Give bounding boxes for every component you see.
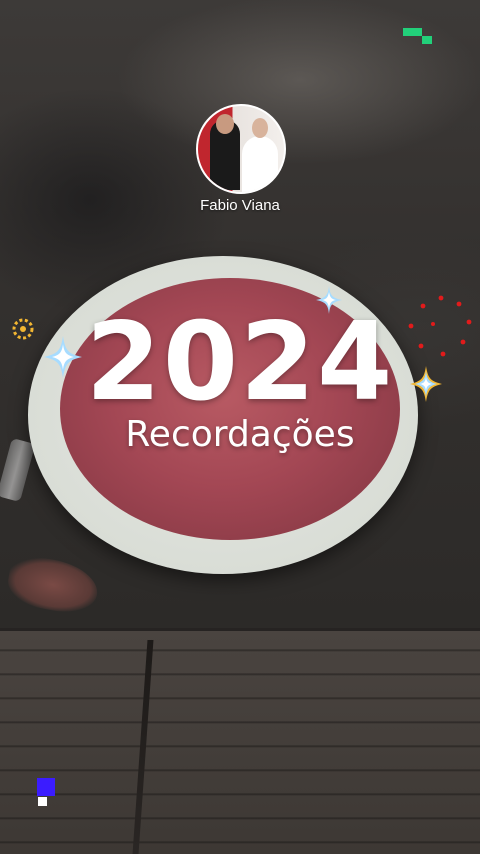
subtitle: Recordações	[125, 414, 355, 455]
year-title: 2024	[85, 300, 395, 425]
avatar[interactable]	[196, 104, 286, 194]
pixel-blocks-icon	[403, 28, 432, 44]
profile-name[interactable]: Fabio Viana	[0, 197, 480, 214]
floor-tiles	[0, 628, 480, 854]
pixel-blocks-icon-bottom	[37, 778, 55, 806]
floor-edge	[0, 628, 480, 631]
